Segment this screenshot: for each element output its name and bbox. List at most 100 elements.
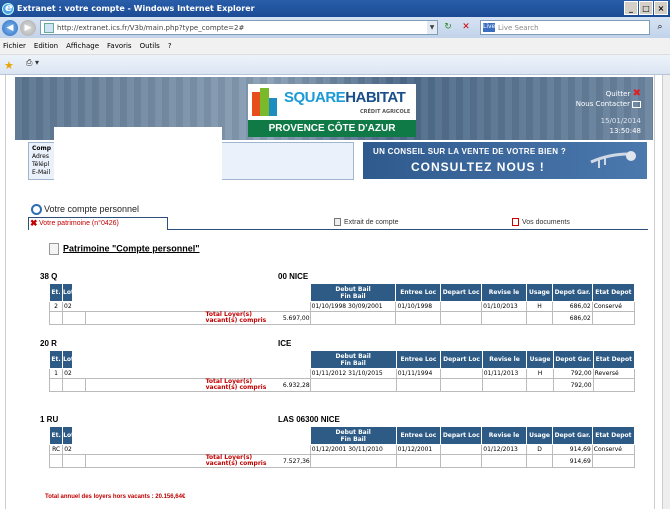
col-entree: Entree Loc <box>395 426 442 445</box>
cell-revise: 01/11/2013 <box>481 368 528 379</box>
search-go-icon[interactable]: ⌕ <box>654 21 666 33</box>
info-company: Comp <box>32 145 52 152</box>
menu-file[interactable]: Fichier <box>3 42 26 50</box>
cell-total: 7.527,36 <box>283 457 310 465</box>
col-revise: Revise le <box>481 350 528 369</box>
cell-total_label: vacant(s) compris <box>205 317 267 324</box>
search-box[interactable]: Live Live Search <box>480 20 650 35</box>
minimize-button[interactable]: _ <box>624 1 638 15</box>
close-window-button[interactable]: × <box>654 1 668 15</box>
current-time: 13:50:48 <box>609 127 641 135</box>
search-placeholder: Live Search <box>498 23 539 32</box>
stop-icon[interactable]: ✕ <box>460 21 472 33</box>
cell-total_label: vacant(s) compris <box>205 460 267 467</box>
document-icon <box>49 243 59 255</box>
vertical-scrollbar[interactable] <box>662 75 670 509</box>
menu-bar: Fichier Edition Affichage Favoris Outils… <box>0 38 670 55</box>
cell-etat: Reversé <box>592 368 636 379</box>
header-actions: Quitter ✖ Nous Contacter 15/01/2014 13:5… <box>576 89 641 136</box>
cell-etat: Conservé <box>591 444 636 455</box>
live-search-icon: Live <box>483 23 496 32</box>
col-entree: Entree Loc <box>395 283 442 302</box>
menu-tools[interactable]: Outils <box>140 42 160 50</box>
cell-bail: 01/12/2001 30/11/2010 <box>309 444 397 455</box>
tab-documents[interactable]: Vos documents <box>512 217 570 229</box>
cell-et: RC <box>48 444 64 455</box>
cell-entree: 01/10/1998 <box>395 301 442 312</box>
address-bar[interactable]: http://extranet.ics.fr/V3b/main.php?type… <box>40 20 438 35</box>
cell-depot_total: 686,02 <box>552 311 593 325</box>
cell-et: 2 <box>48 301 64 312</box>
col-etat: Etat Depot <box>592 350 636 369</box>
menu-view[interactable]: Affichage <box>66 42 99 50</box>
print-icon[interactable]: ⎙ ▾ <box>26 58 39 68</box>
back-button[interactable]: ◀ <box>2 19 18 36</box>
address-dropdown-icon[interactable]: ▼ <box>427 21 437 34</box>
cell-depart <box>440 368 483 379</box>
redaction-mask <box>72 337 267 378</box>
menu-edit[interactable]: Edition <box>34 42 58 50</box>
cell-revise: 01/10/2013 <box>481 301 527 312</box>
key-icon <box>590 151 636 168</box>
menu-favorites[interactable]: Favoris <box>107 42 132 50</box>
redaction-mask <box>72 413 267 454</box>
cell-bail: 01/10/1998 30/09/2001 <box>309 301 397 312</box>
total-row: Total Loyer(s) vacant(s) compris 5.697,00 … <box>48 311 636 325</box>
col-usage: Usage <box>526 350 554 369</box>
col-depart: Depart Loc <box>440 350 483 369</box>
window-titlebar: Extranet : votre compte - Windows Intern… <box>0 0 670 17</box>
pdf-icon <box>512 218 519 227</box>
col-bail: Debut Bail Fin Bail <box>309 283 397 302</box>
col-et: Et. <box>48 350 64 369</box>
quit-icon[interactable]: ✖ <box>633 88 641 99</box>
redaction-mask <box>72 270 267 311</box>
cell-entree: 01/12/2001 <box>395 444 442 455</box>
brand-name: SQUAREHABITAT <box>284 89 406 106</box>
page-viewport: SQUAREHABITAT CRÉDIT AGRICOLE PROVENCE C… <box>0 75 662 509</box>
favorites-star-icon[interactable]: ★ <box>4 59 14 72</box>
contact-link[interactable]: Nous Contacter <box>576 100 630 108</box>
tab-bar: ✖ Votre patrimoine (n°0426) Extrait de co… <box>28 216 648 230</box>
page-icon <box>44 23 54 33</box>
cell-total: 5.697,00 <box>282 314 310 322</box>
brand-subtitle: CRÉDIT AGRICOLE <box>360 109 411 115</box>
redaction-box <box>54 127 222 205</box>
property-address-left: 1 RU <box>40 415 59 424</box>
cell-usage: D <box>525 444 554 455</box>
account-title: Votre compte personnel <box>31 204 139 216</box>
cell-total_label: vacant(s) compris <box>205 384 267 391</box>
promo-line2: CONSULTEZ NOUS ! <box>411 160 545 174</box>
forward-button[interactable]: ▶ <box>20 19 36 36</box>
col-entree: Entree Loc <box>395 350 442 369</box>
tab-patrimoine[interactable]: ✖ Votre patrimoine (n°0426) <box>28 217 168 230</box>
col-revise: Revise le <box>481 426 527 445</box>
tab-extrait[interactable]: Extrait de compte <box>334 217 398 229</box>
envelope-icon[interactable] <box>632 100 641 108</box>
menu-help[interactable]: ? <box>168 42 172 50</box>
cell-depot: 686,02 <box>552 301 593 312</box>
property-address-left: 38 Q <box>40 272 58 281</box>
cell-depot_total: 914,69 <box>552 454 593 468</box>
refresh-icon[interactable]: ↻ <box>442 21 454 33</box>
quit-link[interactable]: Quitter <box>606 90 631 98</box>
col-etat: Etat Depot <box>591 426 636 445</box>
brand-region: PROVENCE CÔTE D'AZUR <box>248 120 416 137</box>
cell-total: 6.932,28 <box>282 381 310 389</box>
col-revise: Revise le <box>481 283 527 302</box>
cell-entree: 01/11/1994 <box>395 368 442 379</box>
favorites-bar: ★ ⎙ ▾ <box>0 55 670 75</box>
section-title: Patrimoine "Compte personnel" <box>49 243 200 255</box>
col-etat: Etat Depot <box>591 283 636 302</box>
col-depot: Depot Gar. <box>552 283 593 302</box>
col-depot: Depot Gar. <box>552 350 594 369</box>
maximize-button[interactable]: □ <box>639 1 653 15</box>
col-usage: Usage <box>525 283 554 302</box>
promo-banner[interactable]: UN CONSEIL SUR LA VENTE DE VOTRE BIEN ? … <box>363 142 647 179</box>
address-url: http://extranet.ics.fr/V3b/main.php?type… <box>57 23 245 32</box>
cell-depot_total: 792,00 <box>552 378 594 392</box>
col-usage: Usage <box>525 426 554 445</box>
col-depart: Depart Loc <box>440 426 483 445</box>
window-title: Extranet : votre compte - Windows Intern… <box>17 4 255 13</box>
square-habitat-logo[interactable]: SQUAREHABITAT CRÉDIT AGRICOLE PROVENCE C… <box>248 84 416 137</box>
col-depot: Depot Gar. <box>552 426 593 445</box>
